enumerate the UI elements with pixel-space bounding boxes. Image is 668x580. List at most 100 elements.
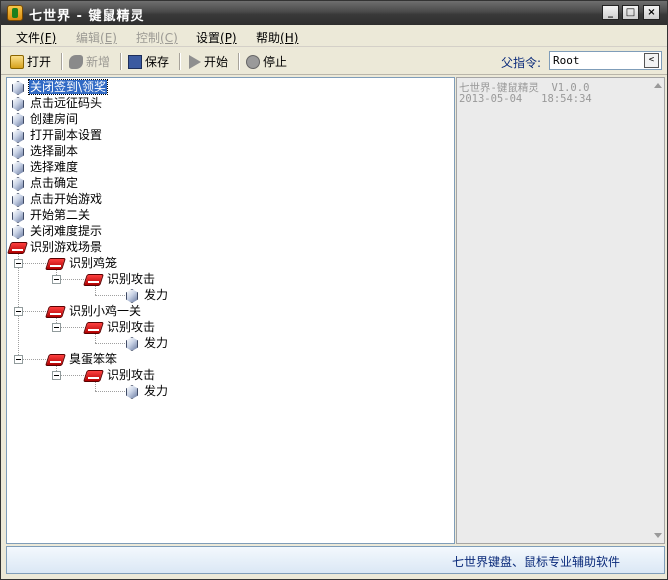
app-icon bbox=[7, 5, 23, 21]
tree-item-action[interactable]: 选择副本 bbox=[11, 143, 79, 159]
info-scrollbar[interactable] bbox=[653, 79, 663, 542]
gem-icon bbox=[11, 128, 23, 142]
tree-item-label: 识别攻击 bbox=[107, 368, 156, 382]
tree-item-label: 点击确定 bbox=[30, 176, 79, 190]
gem-icon bbox=[125, 384, 137, 398]
tree-item-label: 识别游戏场景 bbox=[30, 240, 103, 254]
gem-icon bbox=[11, 80, 23, 94]
tree-item-label: 臭蛋笨笨 bbox=[69, 352, 118, 366]
tree-item-scene[interactable]: 臭蛋笨笨 bbox=[47, 351, 118, 367]
title-bar[interactable]: 七世界 - 键鼠精灵 _ □ × bbox=[1, 1, 667, 25]
stop-icon bbox=[246, 55, 260, 69]
tree-item-action[interactable]: 发力 bbox=[125, 335, 169, 351]
menu-control-accel: (C) bbox=[160, 31, 178, 45]
tree-item-action[interactable]: 打开副本设置 bbox=[11, 127, 103, 143]
tree-item-action[interactable]: 点击远征码头 bbox=[11, 95, 103, 111]
gem-icon bbox=[11, 160, 23, 174]
gem-icon bbox=[11, 192, 23, 206]
tree-item-action[interactable]: 创建房间 bbox=[11, 111, 79, 127]
tree-collapse-toggle[interactable] bbox=[14, 355, 23, 364]
start-button[interactable]: 开始 bbox=[189, 53, 228, 71]
tree-item-label: 创建房间 bbox=[30, 112, 79, 126]
red-book-icon bbox=[85, 368, 101, 381]
menu-bar: 文件(F) 编辑(E) 控制(C) 设置(P) 帮助(H) bbox=[1, 25, 667, 47]
info-timestamp-text: 2013-05-04 18:54:34 bbox=[459, 93, 592, 105]
tree-item-label: 识别小鸡一关 bbox=[69, 304, 142, 318]
red-book-icon bbox=[47, 304, 63, 317]
tree-item-action[interactable]: 发力 bbox=[125, 383, 169, 399]
tree-item-action[interactable]: 点击开始游戏 bbox=[11, 191, 103, 207]
save-button[interactable]: 保存 bbox=[128, 53, 169, 71]
tree-item-action[interactable]: 关闭签到\领奖 bbox=[11, 79, 109, 95]
gem-icon bbox=[11, 112, 23, 126]
tree-connector bbox=[95, 391, 125, 392]
parent-command-value: Root bbox=[553, 54, 580, 67]
tree-item-label: 发力 bbox=[144, 384, 169, 398]
tree-item-group[interactable]: 识别游戏场景 bbox=[9, 239, 103, 255]
tree-collapse-toggle[interactable] bbox=[14, 307, 23, 316]
gem-icon bbox=[11, 144, 23, 158]
menu-edit[interactable]: 编辑(E) bbox=[76, 29, 117, 46]
tree-item-scene[interactable]: 识别小鸡一关 bbox=[47, 303, 142, 319]
tree-connector bbox=[95, 286, 96, 295]
status-text: 七世界键盘、鼠标专业辅助软件 bbox=[451, 555, 620, 569]
stop-button[interactable]: 停止 bbox=[246, 53, 287, 71]
maximize-button[interactable]: □ bbox=[622, 5, 639, 20]
action-tree[interactable]: 关闭签到\领奖 点击远征码头 创建房间 打开副本设置 选择副本 选择难度 点击确… bbox=[6, 77, 455, 544]
tree-item-sub[interactable]: 识别攻击 bbox=[85, 271, 156, 287]
menu-help-accel: (H) bbox=[280, 31, 299, 45]
parent-command-back-button[interactable]: < bbox=[644, 53, 659, 68]
tree-item-action[interactable]: 关闭难度提示 bbox=[11, 223, 103, 239]
tree-item-action[interactable]: 发力 bbox=[125, 287, 169, 303]
tree-item-sub[interactable]: 识别攻击 bbox=[85, 319, 156, 335]
gem-icon bbox=[125, 336, 137, 350]
new-label: 新增 bbox=[86, 55, 111, 69]
tree-item-label: 选择难度 bbox=[30, 160, 79, 174]
tree-item-action[interactable]: 点击确定 bbox=[11, 175, 79, 191]
tree-collapse-toggle[interactable] bbox=[52, 323, 61, 332]
gem-icon bbox=[11, 208, 23, 222]
open-button[interactable]: 打开 bbox=[10, 53, 51, 71]
stop-label: 停止 bbox=[263, 55, 288, 69]
window-title: 七世界 - 键鼠精灵 bbox=[29, 9, 145, 24]
red-book-icon bbox=[47, 256, 63, 269]
gem-icon bbox=[11, 224, 23, 238]
folder-open-icon bbox=[10, 55, 24, 69]
tree-item-label: 发力 bbox=[144, 336, 169, 350]
scroll-up-icon[interactable] bbox=[654, 83, 662, 88]
menu-settings-accel: (P) bbox=[220, 31, 237, 45]
save-label: 保存 bbox=[145, 55, 170, 69]
tree-item-label: 发力 bbox=[144, 288, 169, 302]
gem-icon bbox=[125, 288, 137, 302]
tree-item-scene[interactable]: 识别鸡笼 bbox=[47, 255, 118, 271]
minimize-button[interactable]: _ bbox=[602, 5, 619, 20]
toolbar-separator bbox=[179, 53, 181, 70]
menu-settings-label: 设置 bbox=[196, 31, 221, 45]
tree-collapse-toggle[interactable] bbox=[52, 371, 61, 380]
tree-connector bbox=[95, 382, 96, 391]
tree-item-label: 关闭难度提示 bbox=[30, 224, 103, 238]
tree-item-label: 点击开始游戏 bbox=[30, 192, 103, 206]
tree-collapse-toggle[interactable] bbox=[52, 275, 61, 284]
red-book-icon bbox=[85, 272, 101, 285]
close-button[interactable]: × bbox=[643, 5, 660, 20]
tree-item-sub[interactable]: 识别攻击 bbox=[85, 367, 156, 383]
menu-file[interactable]: 文件(F) bbox=[16, 29, 56, 46]
open-label: 打开 bbox=[27, 55, 52, 69]
new-button[interactable]: 新增 bbox=[69, 53, 110, 71]
tree-item-action[interactable]: 开始第二关 bbox=[11, 207, 91, 223]
menu-help[interactable]: 帮助(H) bbox=[256, 29, 298, 46]
parent-command-field[interactable]: Root < bbox=[549, 51, 662, 70]
tree-item-action[interactable]: 选择难度 bbox=[11, 159, 79, 175]
tree-item-label: 识别攻击 bbox=[107, 272, 156, 286]
menu-control[interactable]: 控制(C) bbox=[136, 29, 178, 46]
status-bar: 七世界键盘、鼠标专业辅助软件 bbox=[6, 546, 665, 574]
new-icon bbox=[69, 55, 83, 69]
scroll-down-icon[interactable] bbox=[654, 533, 662, 538]
menu-edit-accel: (E) bbox=[100, 31, 117, 45]
tree-item-label: 识别攻击 bbox=[107, 320, 156, 334]
menu-file-label: 文件 bbox=[16, 31, 41, 45]
tree-collapse-toggle[interactable] bbox=[14, 259, 23, 268]
menu-settings[interactable]: 设置(P) bbox=[196, 29, 237, 46]
menu-edit-label: 编辑 bbox=[76, 31, 101, 45]
